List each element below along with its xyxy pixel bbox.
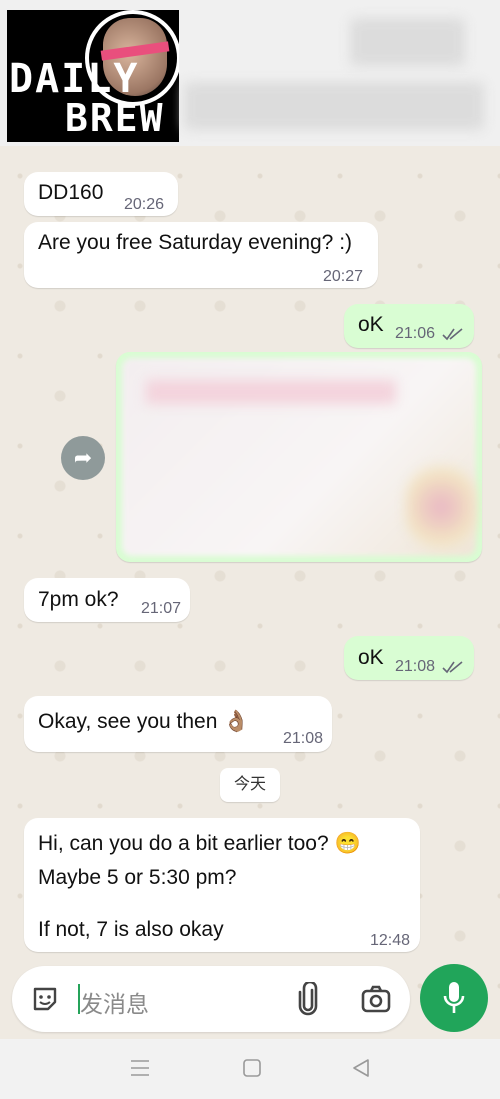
message-text: Okay, see you then 👌🏽 — [38, 710, 250, 733]
recent-apps-icon[interactable] — [130, 1059, 150, 1077]
day-separator: 今天 — [220, 768, 280, 802]
camera-icon[interactable] — [360, 984, 392, 1014]
attach-icon[interactable] — [296, 982, 320, 1016]
message-text: oK — [358, 646, 384, 669]
message-text: Are you free Saturday evening? :) — [38, 231, 353, 254]
contact-avatar-logo[interactable]: DAILY BREW — [7, 10, 179, 142]
system-nav-bar — [0, 1039, 500, 1099]
message-text-line: If not, 7 is also okay — [38, 918, 224, 941]
back-icon[interactable] — [352, 1059, 370, 1077]
message-time: 21:07 — [141, 600, 182, 617]
read-receipt-icon — [442, 661, 463, 674]
message-text: 7pm ok? — [38, 588, 119, 611]
message-time: 20:27 — [323, 268, 364, 285]
message-text-line: Hi, can you do a bit earlier too? 😁 — [38, 832, 361, 855]
message-text: oK — [358, 313, 384, 336]
blurred-contact-name — [184, 82, 484, 130]
message-composer[interactable] — [12, 966, 410, 1032]
blurred-image-detail — [406, 462, 476, 552]
blurred-image-detail — [146, 380, 396, 404]
sticker-icon[interactable] — [30, 984, 60, 1014]
message-time: 21:06 — [395, 325, 436, 342]
media-message-outgoing[interactable] — [116, 352, 482, 562]
message-time: 20:26 — [124, 196, 165, 213]
message-text: DD160 — [38, 181, 104, 204]
chat-header: DAILY BREW — [0, 0, 500, 146]
message-input[interactable]: 发消息 — [80, 985, 149, 1019]
message-text-line: Maybe 5 or 5:30 pm? — [38, 866, 237, 889]
forward-icon[interactable]: ➦ — [61, 436, 105, 480]
home-icon[interactable] — [243, 1059, 261, 1077]
read-receipt-icon — [442, 328, 463, 341]
mic-icon — [443, 982, 465, 1013]
blurred-header-action — [350, 18, 465, 66]
message-time: 12:48 — [370, 932, 411, 949]
message-time: 21:08 — [395, 658, 436, 675]
logo-text-bottom: BREW — [65, 96, 165, 140]
voice-record-button[interactable] — [420, 964, 488, 1032]
message-time: 21:08 — [283, 730, 324, 747]
